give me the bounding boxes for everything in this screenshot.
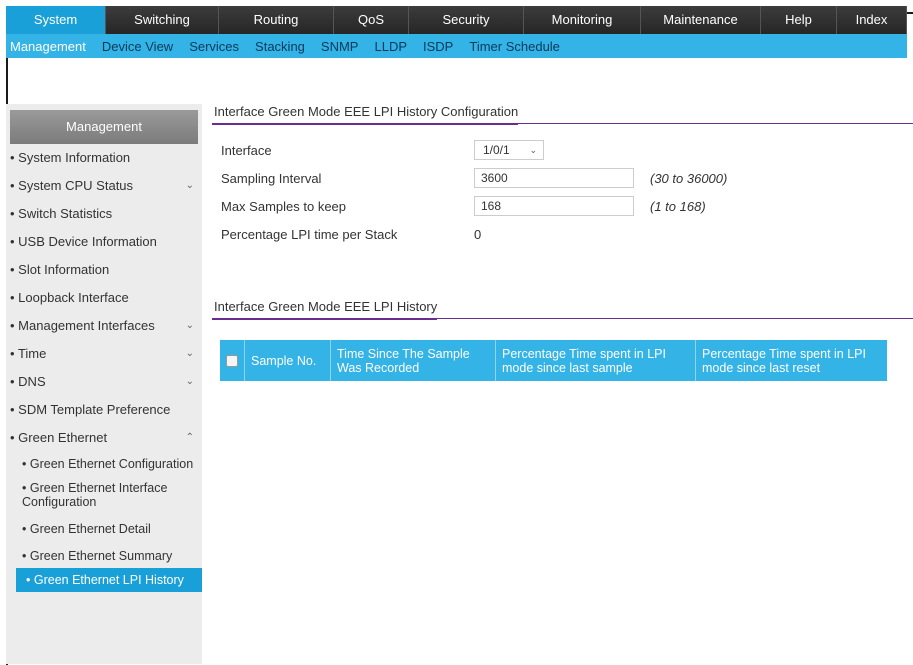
table-header-row: Sample No. Time Since The Sample Was Rec… [220, 340, 887, 381]
sidebar-item-label: Slot Information [18, 262, 110, 277]
sidebar-item-loopback-interface[interactable]: • Loopback Interface [6, 284, 202, 312]
subnav-isdp[interactable]: ISDP [423, 39, 453, 54]
sidebar-item-label: System CPU Status [18, 178, 134, 193]
subnav-services[interactable]: Services [189, 39, 239, 54]
max-samples-range: (1 to 168) [650, 199, 706, 214]
interface-row: Interface 1/0/1 ⌄ [212, 137, 913, 165]
sidebar-item-label: Time [17, 346, 47, 361]
subnav-management[interactable]: Management [10, 38, 86, 54]
chevron-down-icon[interactable]: ⌄ [186, 312, 194, 340]
sidebar-subitem-label: Green Ethernet Interface Configuration [22, 481, 168, 509]
section-divider [212, 123, 913, 124]
sidebar-item-usb-device-information[interactable]: • USB Device Information [6, 228, 202, 256]
subnav-snmp[interactable]: SNMP [321, 39, 359, 54]
config-section-title: Interface Green Mode EEE LPI History Con… [212, 104, 913, 129]
sidebar-subitem-label: Green Ethernet Configuration [29, 457, 194, 471]
sidebar-item-label: Management Interfaces [18, 318, 155, 333]
tab-help[interactable]: Help [761, 6, 837, 34]
sidebar-subitem-green-ethernet-lpi-history[interactable]: • Green Ethernet LPI History [16, 568, 202, 592]
sampling-interval-range: (30 to 36000) [650, 171, 728, 186]
sampling-interval-label: Sampling Interval [221, 171, 322, 186]
subnav-device-view[interactable]: Device View [102, 39, 173, 54]
column-header-pct-since-sample[interactable]: Percentage Time spent in LPI mode since … [495, 340, 696, 381]
sidebar-item-management-interfaces[interactable]: • Management Interfaces ⌄ [6, 312, 202, 340]
tab-system[interactable]: System [6, 6, 106, 34]
tab-index[interactable]: Index [837, 6, 907, 34]
chevron-down-icon[interactable]: ⌄ [186, 172, 194, 200]
select-all-cell [220, 340, 245, 381]
percentage-lpi-row: Percentage LPI time per Stack 0 [212, 221, 913, 249]
sidebar-item-label: Green Ethernet [18, 430, 108, 445]
subnav-lldp[interactable]: LLDP [374, 39, 407, 54]
interface-select[interactable]: 1/0/1 ⌄ [474, 140, 544, 160]
select-all-checkbox[interactable] [226, 354, 238, 367]
sidebar-subitem-green-ethernet-interface-configuration[interactable]: • Green Ethernet Interface Configuration [6, 476, 202, 514]
history-table: Sample No. Time Since The Sample Was Rec… [220, 340, 887, 381]
sidebar-subitem-green-ethernet-detail[interactable]: • Green Ethernet Detail [6, 514, 202, 544]
sidebar-item-system-information[interactable]: • System Information [6, 144, 202, 172]
sidebar-item-label: Loopback Interface [18, 290, 129, 305]
sidebar-header: Management [10, 110, 198, 144]
sampling-interval-row: Sampling Interval 3600 (30 to 36000) [212, 165, 913, 193]
chevron-down-icon[interactable]: ⌄ [186, 368, 194, 396]
main-nav: System Switching Routing QoS Security Mo… [6, 6, 907, 34]
column-header-sample-no[interactable]: Sample No. [244, 340, 331, 381]
subnav-stacking[interactable]: Stacking [255, 39, 305, 54]
main-content: Interface Green Mode EEE LPI History Con… [212, 104, 913, 381]
sidebar-subitem-label: Green Ethernet Detail [29, 522, 151, 536]
sidebar-item-time[interactable]: • Time ⌄ [6, 340, 202, 368]
percentage-lpi-label: Percentage LPI time per Stack [221, 227, 398, 242]
column-header-time-since[interactable]: Time Since The Sample Was Recorded [330, 340, 496, 381]
sidebar-subitem-green-ethernet-configuration[interactable]: • Green Ethernet Configuration [6, 452, 202, 476]
chevron-down-icon[interactable]: ⌄ [186, 340, 194, 368]
tab-monitoring[interactable]: Monitoring [524, 6, 641, 34]
max-samples-row: Max Samples to keep 168 (1 to 168) [212, 193, 913, 221]
tab-switching[interactable]: Switching [106, 6, 219, 34]
subnav-timer-schedule[interactable]: Timer Schedule [469, 39, 560, 54]
percentage-lpi-value: 0 [474, 227, 482, 242]
sidebar-item-label: USB Device Information [18, 234, 157, 249]
interface-label: Interface [221, 143, 272, 158]
chevron-up-icon[interactable]: ⌃ [186, 424, 194, 452]
history-section-title: Interface Green Mode EEE LPI History [212, 299, 913, 324]
section-divider [212, 318, 913, 319]
sampling-interval-input[interactable]: 3600 [474, 168, 634, 188]
interface-select-value: 1/0/1 [483, 143, 510, 157]
sidebar-item-label: SDM Template Preference [18, 402, 171, 417]
sidebar-item-system-cpu-status[interactable]: • System CPU Status ⌄ [6, 172, 202, 200]
max-samples-label: Max Samples to keep [221, 199, 347, 214]
sidebar-subitem-label: Green Ethernet Summary [29, 549, 173, 563]
tab-qos[interactable]: QoS [334, 6, 409, 34]
tab-routing[interactable]: Routing [219, 6, 334, 34]
chevron-down-icon: ⌄ [529, 145, 537, 155]
sidebar-item-sdm-template-preference[interactable]: • SDM Template Preference [6, 396, 202, 424]
sidebar-item-label: Switch Statistics [18, 206, 113, 221]
sidebar-item-label: System Information [18, 150, 131, 165]
sidebar-item-green-ethernet[interactable]: • Green Ethernet ⌃ [6, 424, 202, 452]
column-header-pct-since-reset[interactable]: Percentage Time spent in LPI mode since … [695, 340, 887, 381]
sidebar-item-label: DNS [18, 374, 46, 389]
sidebar-item-switch-statistics[interactable]: • Switch Statistics [6, 200, 202, 228]
sidebar: Management • System Information • System… [6, 104, 202, 664]
sub-nav: Management Device View Services Stacking… [6, 34, 907, 58]
max-samples-input[interactable]: 168 [474, 196, 634, 216]
sidebar-item-dns[interactable]: • DNS ⌄ [6, 368, 202, 396]
sidebar-item-slot-information[interactable]: • Slot Information [6, 256, 202, 284]
sidebar-subitem-label: Green Ethernet LPI History [33, 573, 184, 587]
tab-maintenance[interactable]: Maintenance [641, 6, 761, 34]
sidebar-subitem-green-ethernet-summary[interactable]: • Green Ethernet Summary [6, 544, 202, 568]
tab-security[interactable]: Security [409, 6, 524, 34]
